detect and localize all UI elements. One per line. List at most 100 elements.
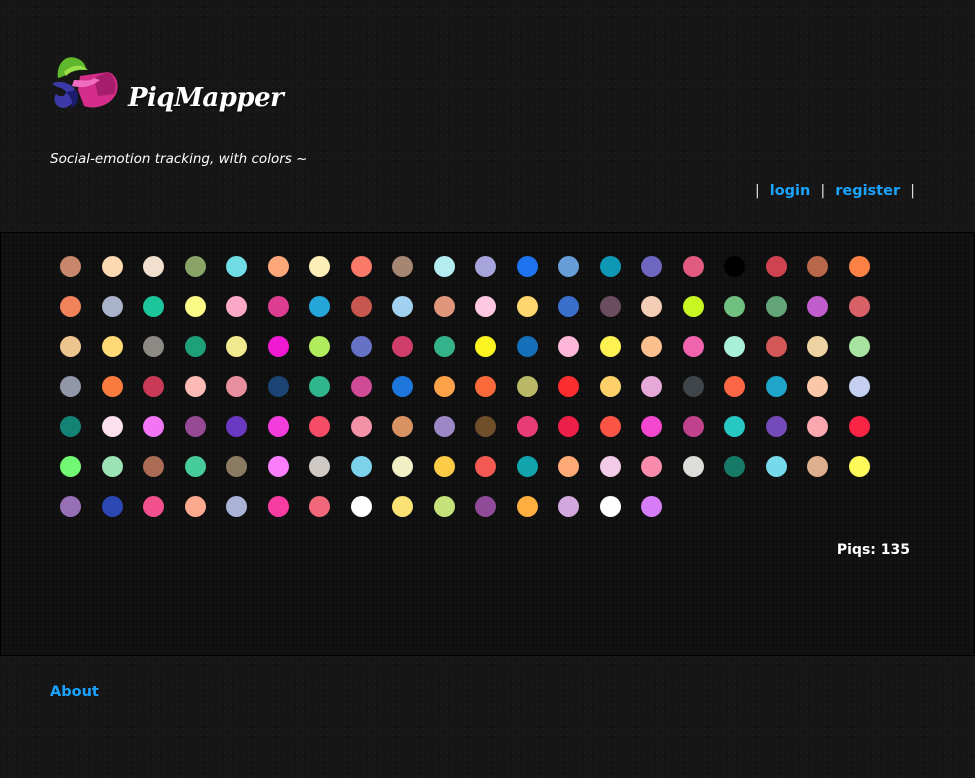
piq-dot[interactable] [184, 376, 206, 397]
piq-dot[interactable] [184, 336, 206, 357]
piq-dot[interactable] [558, 456, 579, 477]
login-link[interactable]: login [770, 183, 811, 199]
piq-dot[interactable] [184, 496, 206, 517]
piq-dot[interactable] [226, 336, 247, 357]
piq-dot[interactable] [392, 256, 413, 277]
piq-dot[interactable] [392, 296, 413, 317]
piq-dot[interactable] [101, 256, 123, 277]
piq-dot[interactable] [848, 336, 870, 357]
piq-dot[interactable] [641, 256, 662, 277]
piq-dot[interactable] [143, 456, 164, 477]
piq-dot[interactable] [143, 416, 164, 437]
piq-dot[interactable] [101, 376, 123, 397]
piq-dot[interactable] [848, 416, 870, 437]
piq-dot[interactable] [641, 456, 662, 477]
piq-dot[interactable] [765, 456, 787, 477]
piq-dot[interactable] [641, 416, 662, 437]
piq-dot[interactable] [599, 376, 621, 397]
piq-dot[interactable] [392, 336, 413, 357]
piq-dot[interactable] [267, 296, 289, 317]
piq-dot[interactable] [807, 336, 828, 357]
piq-dot[interactable] [184, 256, 206, 277]
piq-dot[interactable] [267, 456, 289, 477]
piq-dot[interactable] [682, 456, 704, 477]
piq-dot[interactable] [682, 416, 704, 437]
piq-dot[interactable] [848, 296, 870, 317]
piq-dot[interactable] [60, 336, 81, 357]
piq-dot[interactable] [433, 456, 455, 477]
piq-dot[interactable] [516, 336, 538, 357]
piq-dot[interactable] [848, 256, 870, 277]
piq-dot[interactable] [475, 376, 496, 397]
piq-dot[interactable] [475, 456, 496, 477]
piq-dot[interactable] [392, 416, 413, 437]
piq-dot[interactable] [599, 416, 621, 437]
piq-dot[interactable] [143, 256, 164, 277]
piq-dot[interactable] [267, 416, 289, 437]
piq-dot[interactable] [475, 416, 496, 437]
piq-dot[interactable] [143, 496, 164, 517]
piq-dot[interactable] [516, 376, 538, 397]
piq-dot[interactable] [101, 496, 123, 517]
piq-dot[interactable] [226, 256, 247, 277]
piq-dot[interactable] [60, 296, 81, 317]
piq-dot[interactable] [392, 496, 413, 517]
piq-dot[interactable] [475, 496, 496, 517]
piq-dot[interactable] [60, 416, 81, 437]
piq-dot[interactable] [392, 456, 413, 477]
piq-dot[interactable] [184, 456, 206, 477]
piq-dot[interactable] [848, 376, 870, 397]
piq-dot[interactable] [765, 376, 787, 397]
piq-dot[interactable] [350, 256, 372, 277]
piq-dot[interactable] [350, 336, 372, 357]
piq-dot[interactable] [350, 296, 372, 317]
piq-dot[interactable] [765, 296, 787, 317]
piq-dot[interactable] [267, 256, 289, 277]
piq-dot[interactable] [433, 416, 455, 437]
piq-dot[interactable] [807, 256, 828, 277]
piq-dot[interactable] [558, 496, 579, 517]
piq-dot[interactable] [682, 376, 704, 397]
piq-dot[interactable] [558, 296, 579, 317]
piq-dot[interactable] [433, 496, 455, 517]
piq-dot[interactable] [60, 256, 81, 277]
piq-dot[interactable] [101, 456, 123, 477]
piq-dot[interactable] [724, 256, 745, 277]
piq-dot[interactable] [848, 456, 870, 477]
piq-dot[interactable] [309, 456, 330, 477]
piq-dot[interactable] [350, 416, 372, 437]
piq-dot[interactable] [475, 296, 496, 317]
piq-dot[interactable] [558, 336, 579, 357]
piq-dot[interactable] [226, 296, 247, 317]
about-link[interactable]: About [50, 684, 99, 700]
piq-dot[interactable] [267, 376, 289, 397]
piq-dot[interactable] [433, 256, 455, 277]
piq-dot[interactable] [558, 416, 579, 437]
piq-dot[interactable] [267, 336, 289, 357]
piq-dot[interactable] [682, 256, 704, 277]
register-link[interactable]: register [835, 183, 900, 199]
piq-dot[interactable] [309, 416, 330, 437]
piq-dot[interactable] [309, 376, 330, 397]
piq-dot[interactable] [724, 456, 745, 477]
piq-dot[interactable] [433, 376, 455, 397]
piq-dot[interactable] [765, 416, 787, 437]
piq-dot[interactable] [226, 376, 247, 397]
piq-dot[interactable] [724, 296, 745, 317]
piq-dot[interactable] [724, 416, 745, 437]
piq-dot[interactable] [724, 336, 745, 357]
piq-dot[interactable] [765, 256, 787, 277]
piq-dot[interactable] [724, 376, 745, 397]
piq-dot[interactable] [599, 256, 621, 277]
piq-dot[interactable] [309, 296, 330, 317]
piq-dot[interactable] [641, 376, 662, 397]
piq-dot[interactable] [101, 296, 123, 317]
piq-dot[interactable] [101, 416, 123, 437]
piq-dot[interactable] [765, 336, 787, 357]
piq-dot[interactable] [309, 496, 330, 517]
piq-dot[interactable] [226, 496, 247, 517]
piq-dot[interactable] [143, 336, 164, 357]
piq-dot[interactable] [807, 416, 828, 437]
piq-dot[interactable] [184, 296, 206, 317]
piq-dot[interactable] [309, 336, 330, 357]
